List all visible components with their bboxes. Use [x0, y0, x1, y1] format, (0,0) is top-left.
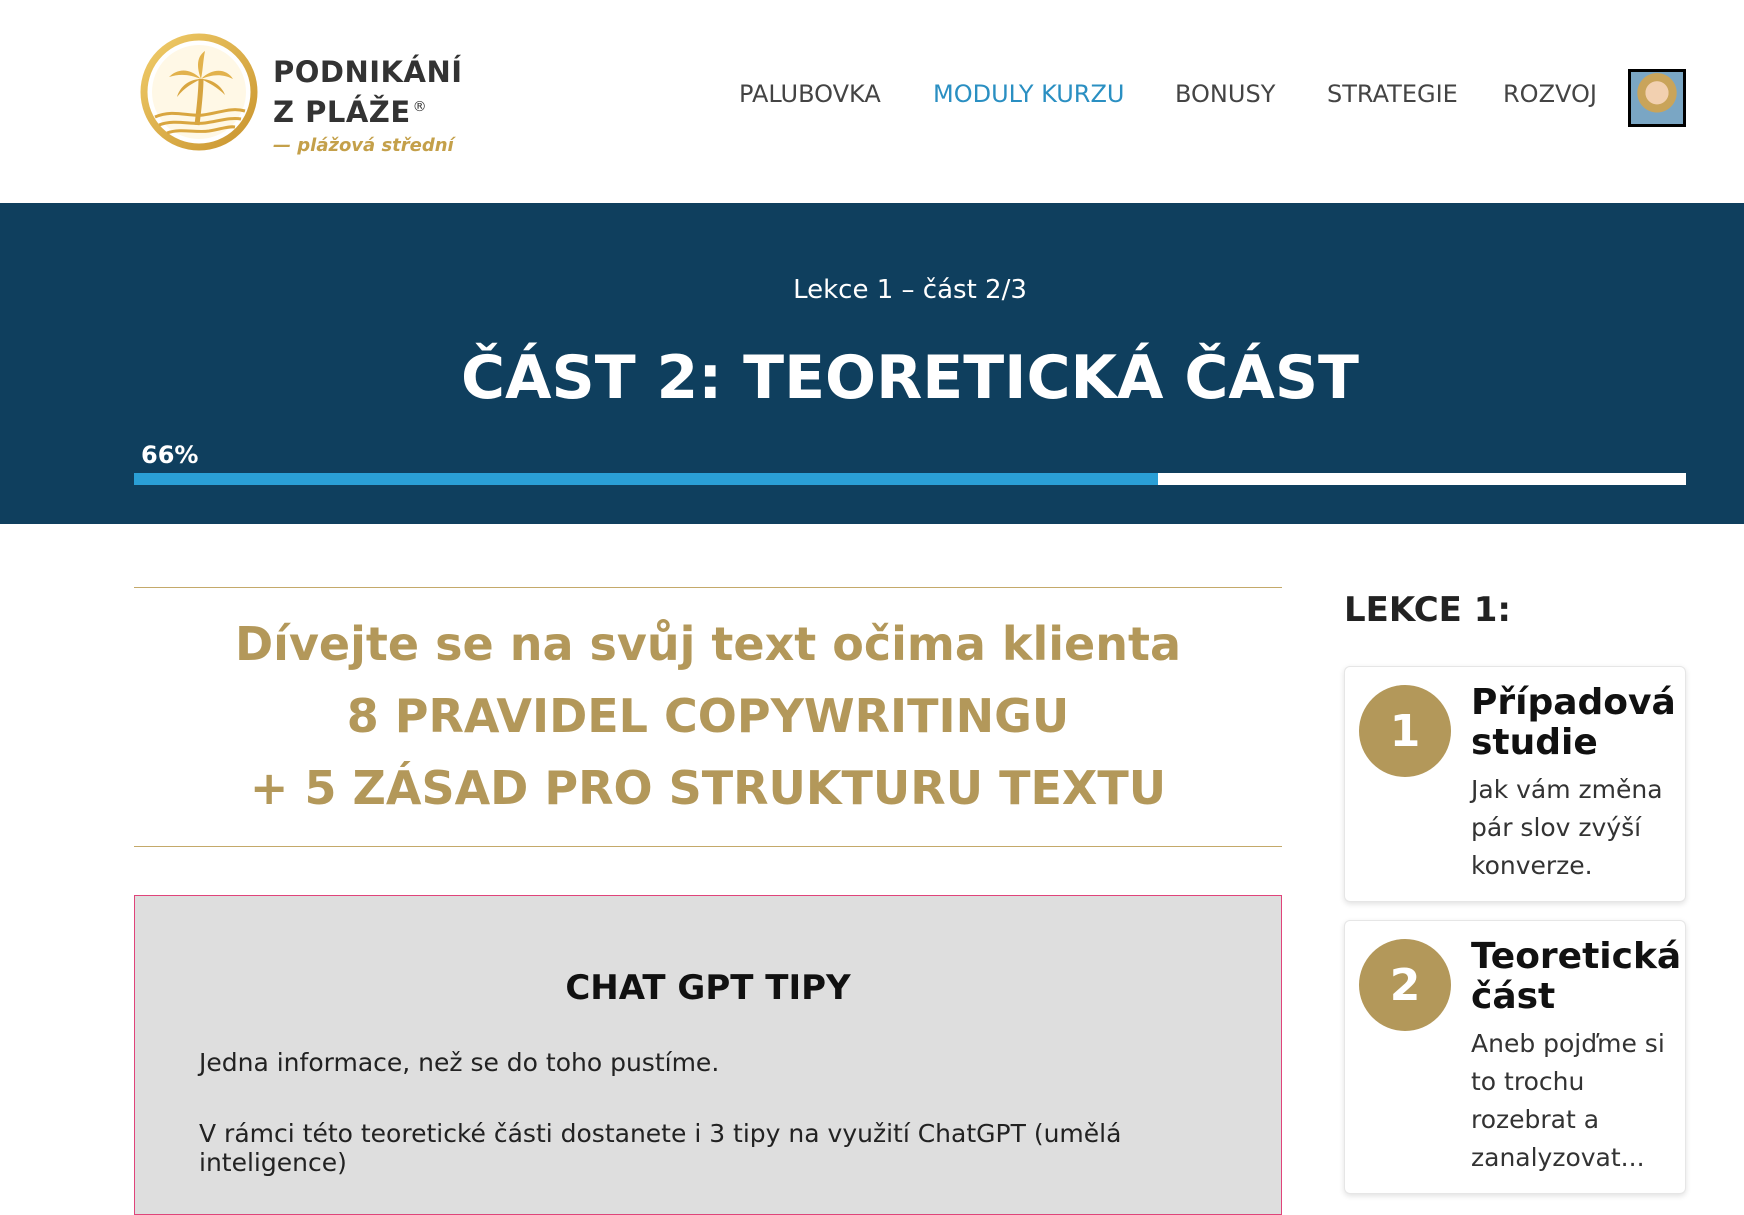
chatgpt-tips-box: CHAT GPT TIPY Jedna informace, než se do… [134, 895, 1282, 1215]
main-nav: PALUBOVKA MODULY KURZU BONUSY STRATEGIE … [0, 80, 1744, 120]
sidebar-heading: LEKCE 1: [1344, 590, 1511, 630]
hero-line-1: Dívejte se na svůj text očima klienta [235, 617, 1181, 671]
lesson-banner: Lekce 1 – část 2/3 ČÁST 2: TEORETICKÁ ČÁ… [0, 203, 1744, 524]
tips-title: CHAT GPT TIPY [565, 968, 851, 1008]
lesson-number-badge: 1 [1359, 685, 1451, 777]
nav-item-rozvoj[interactable]: ROZVOJ [1503, 80, 1597, 108]
lesson-card-description: Jak vám změna pár slov zvýší konverze. [1471, 775, 1663, 880]
site-header: PODNIKÁNÍ Z PLÁŽE ® — plážová střední PAL… [0, 0, 1744, 203]
hero-line-3: + 5 ZÁSAD PRO STRUKTURU TEXTU [249, 761, 1167, 815]
lesson-card-1[interactable]: 1 Případová studie Jak vám změna pár slo… [1344, 666, 1686, 902]
lesson-number-badge: 2 [1359, 939, 1451, 1031]
lesson-card-description: Aneb pojďme si to trochu rozebrat a zana… [1471, 1029, 1665, 1172]
main-content: Dívejte se na svůj text očima klienta 8 … [134, 587, 1282, 1215]
tips-paragraph-1: Jedna informace, než se do toho pustíme. [199, 1048, 720, 1077]
lesson-card-title: Teoretická část [1471, 936, 1682, 1017]
nav-item-moduly-kurzu[interactable]: MODULY KURZU [933, 80, 1124, 108]
progress-bar [134, 473, 1686, 485]
tips-paragraph-2: V rámci této teoretické části dostanete … [199, 1119, 1122, 1177]
progress-label: 66% [141, 441, 199, 469]
lesson-kicker: Lekce 1 – část 2/3 [793, 275, 1027, 305]
lesson-hero-heading: Dívejte se na svůj text očima klienta 8 … [134, 587, 1282, 847]
lesson-sidebar: LEKCE 1: 1 Případová studie Jak vám změn… [1344, 590, 1686, 1194]
brand-tagline: — plážová střední [273, 135, 454, 156]
hero-line-2: 8 PRAVIDEL COPYWRITINGU [346, 689, 1070, 743]
lesson-card-title: Případová studie [1471, 682, 1676, 763]
nav-item-strategie[interactable]: STRATEGIE [1327, 80, 1458, 108]
nav-item-palubovka[interactable]: PALUBOVKA [739, 80, 881, 108]
lesson-card-2[interactable]: 2 Teoretická část Aneb pojďme si to troc… [1344, 920, 1686, 1194]
page-title: ČÁST 2: TEORETICKÁ ČÁST [461, 343, 1359, 413]
user-avatar[interactable] [1628, 69, 1686, 127]
progress-bar-fill [134, 473, 1159, 485]
nav-item-bonusy[interactable]: BONUSY [1175, 80, 1275, 108]
